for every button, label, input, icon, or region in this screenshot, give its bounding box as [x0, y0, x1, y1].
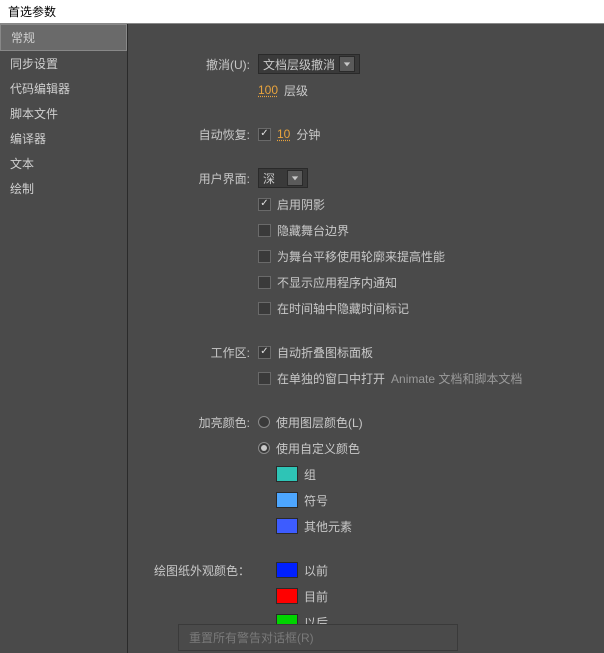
undo-levels-input[interactable]: 100 — [258, 83, 278, 97]
highlight-custom-color-radio[interactable] — [258, 442, 270, 454]
workspace-separate-window-checkbox[interactable] — [258, 372, 271, 385]
workspace-autocollapse-checkbox[interactable] — [258, 346, 271, 359]
ui-label: 用户界面: — [138, 170, 258, 187]
sidebar-item-script-files[interactable]: 脚本文件 — [0, 101, 127, 126]
ui-hide-inapp-notify-checkbox[interactable] — [258, 276, 271, 289]
autorecover-label: 自动恢复: — [138, 126, 258, 143]
content-pane: 撤消(U): 文档层级撤消 100 层级 自动恢复: 10 分钟 — [128, 24, 604, 653]
main-layout: 常规 同步设置 代码编辑器 脚本文件 编译器 文本 绘制 撤消(U): 文档层级… — [0, 24, 604, 653]
undo-type-dropdown[interactable]: 文档层级撤消 — [258, 54, 360, 74]
reset-warnings-button[interactable]: 重置所有警告对话框(R) — [178, 624, 458, 651]
sidebar-item-drawing[interactable]: 绘制 — [0, 176, 127, 201]
ui-hide-timeline-markers-checkbox[interactable] — [258, 302, 271, 315]
ui-theme-dropdown[interactable]: 深 — [258, 168, 308, 188]
sidebar-item-compiler[interactable]: 编译器 — [0, 126, 127, 151]
ui-stage-pan-outline-checkbox[interactable] — [258, 250, 271, 263]
chevron-down-icon — [339, 56, 355, 72]
group-color-swatch[interactable] — [276, 466, 298, 482]
sidebar-item-text[interactable]: 文本 — [0, 151, 127, 176]
sidebar-item-sync[interactable]: 同步设置 — [0, 51, 127, 76]
window-titlebar: 首选参数 — [0, 0, 604, 24]
category-sidebar: 常规 同步设置 代码编辑器 脚本文件 编译器 文本 绘制 — [0, 24, 128, 653]
undo-label: 撤消(U): — [138, 56, 258, 73]
onion-before-swatch[interactable] — [276, 562, 298, 578]
autorecover-checkbox[interactable] — [258, 128, 271, 141]
chevron-down-icon — [287, 170, 303, 186]
workspace-label: 工作区: — [138, 344, 258, 361]
sidebar-item-general[interactable]: 常规 — [0, 24, 127, 51]
window-title: 首选参数 — [8, 5, 56, 19]
sidebar-item-code-editor[interactable]: 代码编辑器 — [0, 76, 127, 101]
onion-label: 绘图纸外观颜色： — [138, 562, 258, 579]
onion-current-swatch[interactable] — [276, 588, 298, 604]
undo-levels-suffix: 层级 — [284, 82, 308, 99]
autorecover-minutes-input[interactable]: 10 — [277, 127, 290, 141]
ui-hide-stage-border-checkbox[interactable] — [258, 224, 271, 237]
other-color-swatch[interactable] — [276, 518, 298, 534]
highlight-layer-color-radio[interactable] — [258, 416, 270, 428]
highlight-label: 加亮颜色: — [138, 414, 258, 431]
symbol-color-swatch[interactable] — [276, 492, 298, 508]
ui-shading-checkbox[interactable] — [258, 198, 271, 211]
autorecover-minutes-suffix: 分钟 — [296, 126, 320, 143]
